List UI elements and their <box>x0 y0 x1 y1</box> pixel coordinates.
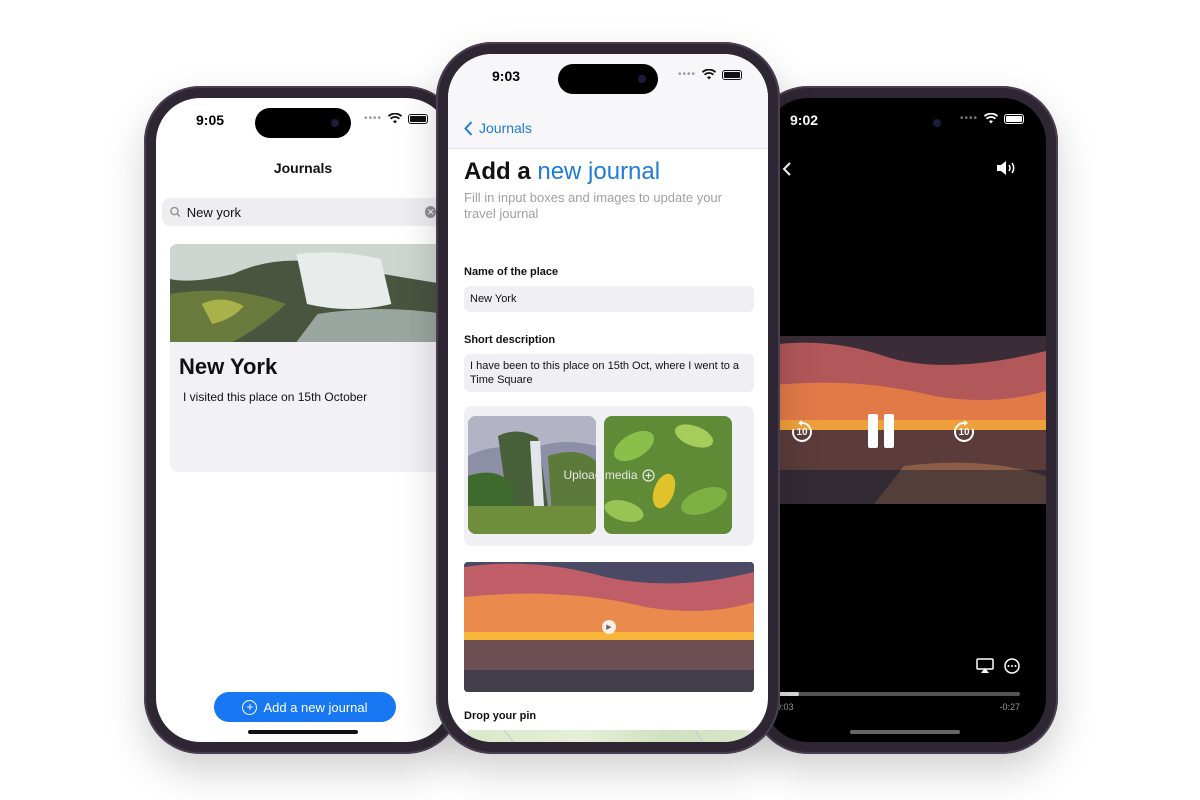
add-journal-label: Add a new journal <box>263 699 368 715</box>
map-graphic <box>503 730 704 742</box>
home-indicator <box>248 730 358 734</box>
remaining-time: -0:27 <box>999 702 1020 712</box>
battery-icon <box>408 113 428 124</box>
forward-10-button[interactable]: 10 <box>950 418 978 446</box>
rewind-10-button[interactable]: 10 <box>788 418 816 446</box>
page-title-prefix: Add a <box>464 158 531 185</box>
status-time: 9:05 <box>196 112 225 128</box>
back-label: Journals <box>479 120 532 136</box>
showcase-stage: 9:05 •••• Journals ✕ <box>0 0 1200 800</box>
phone-video-player: 9:02 •••• 10 10 0:03 -0:27 <box>752 86 1058 754</box>
airplay-icon[interactable] <box>976 658 994 674</box>
journals-list-screen: 9:05 •••• Journals ✕ <box>156 98 450 742</box>
dynamic-island <box>558 64 658 94</box>
signal-icon: •••• <box>677 69 696 80</box>
upload-media-button[interactable]: Upload media <box>464 468 754 482</box>
pin-label: Drop your pin <box>464 710 537 722</box>
map-preview[interactable] <box>464 730 754 742</box>
more-icon[interactable] <box>1004 658 1020 674</box>
plus-circle-icon <box>641 468 655 482</box>
search-input[interactable] <box>186 204 426 220</box>
page-subtitle: Fill in input boxes and images to update… <box>464 190 722 221</box>
nav-title: Journals <box>273 160 333 176</box>
plus-circle-icon: + <box>242 699 258 715</box>
journal-card-title: New York <box>179 354 278 379</box>
description-field[interactable]: I have been to this place on 15th Oct, w… <box>464 354 754 392</box>
journal-card-image <box>170 244 444 342</box>
name-field[interactable]: New York <box>464 286 754 312</box>
add-journal-screen: 9:03 •••• Journals Add a new journal Fil… <box>448 54 768 742</box>
phone-add-journal: 9:03 •••• Journals Add a new journal Fil… <box>436 42 780 754</box>
status-icons: •••• <box>678 69 742 80</box>
nav-divider <box>448 148 768 149</box>
status-time: 9:02 <box>790 112 819 128</box>
chevron-left-icon <box>464 120 473 136</box>
signal-icon: •••• <box>959 113 978 124</box>
wifi-icon <box>702 69 716 80</box>
journal-card-description: I visited this place on 15th October <box>183 390 368 404</box>
pause-icon[interactable] <box>868 414 896 448</box>
clear-icon[interactable]: ✕ <box>425 206 437 218</box>
battery-icon <box>1004 113 1024 124</box>
progress-slider[interactable] <box>774 692 1020 696</box>
video-thumbnail[interactable]: ▶ <box>464 562 754 692</box>
description-label: Short description <box>464 334 556 346</box>
media-panel[interactable]: Upload media <box>464 406 754 546</box>
name-label: Name of the place <box>464 266 559 278</box>
play-icon[interactable]: ▶ <box>602 620 616 634</box>
search-icon <box>170 206 181 217</box>
status-icons: •••• <box>960 113 1024 124</box>
add-journal-button[interactable]: + Add a new journal <box>214 692 396 722</box>
upload-media-label: Upload media <box>563 468 638 482</box>
journal-card[interactable]: New York I visited this place on 15th Oc… <box>170 244 444 472</box>
dynamic-island <box>857 108 953 138</box>
phone-journals-list: 9:05 •••• Journals ✕ <box>144 86 462 754</box>
back-button[interactable]: Journals <box>464 120 532 136</box>
video-player-screen: 9:02 •••• 10 10 0:03 -0:27 <box>764 98 1046 742</box>
forward-10-icon <box>954 420 974 442</box>
chevron-left-icon[interactable] <box>782 162 792 176</box>
volume-icon[interactable] <box>996 160 1018 176</box>
signal-icon: •••• <box>363 113 382 124</box>
status-time: 9:03 <box>492 68 521 84</box>
battery-icon <box>722 69 742 80</box>
status-icons: •••• <box>364 113 428 124</box>
dynamic-island <box>255 108 351 138</box>
page-title-accent: new journal <box>537 158 661 185</box>
wifi-icon <box>388 113 402 124</box>
page-title: Add a new journal <box>464 158 660 186</box>
waterfall-photo <box>170 244 444 342</box>
rewind-10-icon <box>792 420 812 442</box>
wifi-icon <box>984 113 998 124</box>
search-bar[interactable]: ✕ <box>162 198 444 226</box>
home-indicator <box>850 730 960 734</box>
